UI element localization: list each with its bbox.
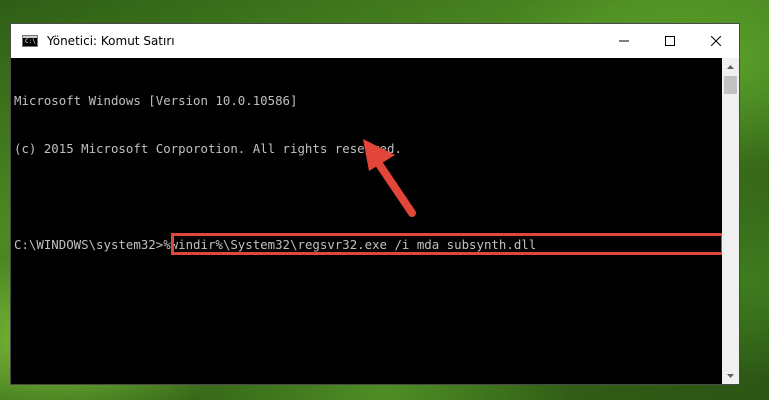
scroll-down-button[interactable] — [722, 367, 739, 384]
chevron-down-icon — [727, 373, 734, 378]
minimize-icon — [619, 40, 629, 42]
title-bar[interactable]: C:\ Yönetici: Komut Satırı — [11, 24, 739, 58]
cmd-icon: C:\ — [22, 35, 38, 47]
console-line: Microsoft Windows [Version 10.0.10586] — [14, 93, 298, 108]
chevron-up-icon — [727, 64, 734, 69]
minimize-button[interactable] — [601, 24, 647, 58]
vertical-scrollbar[interactable] — [722, 58, 739, 384]
cmd-icon-text: C:\ — [25, 38, 36, 45]
window-controls — [601, 24, 739, 58]
command-highlight-box — [171, 233, 724, 255]
scrollbar-thumb[interactable] — [724, 76, 737, 94]
command-line[interactable]: C:\WINDOWS\system32>%windir%\System32\re… — [14, 233, 724, 255]
red-arrow-icon — [363, 139, 416, 217]
window-title: Yönetici: Komut Satırı — [47, 34, 175, 48]
close-button[interactable] — [693, 24, 739, 58]
maximize-icon — [665, 36, 675, 46]
scroll-up-button[interactable] — [722, 58, 739, 75]
close-icon — [711, 36, 721, 46]
maximize-button[interactable] — [647, 24, 693, 58]
command-prompt: C:\WINDOWS\system32> — [14, 237, 164, 252]
